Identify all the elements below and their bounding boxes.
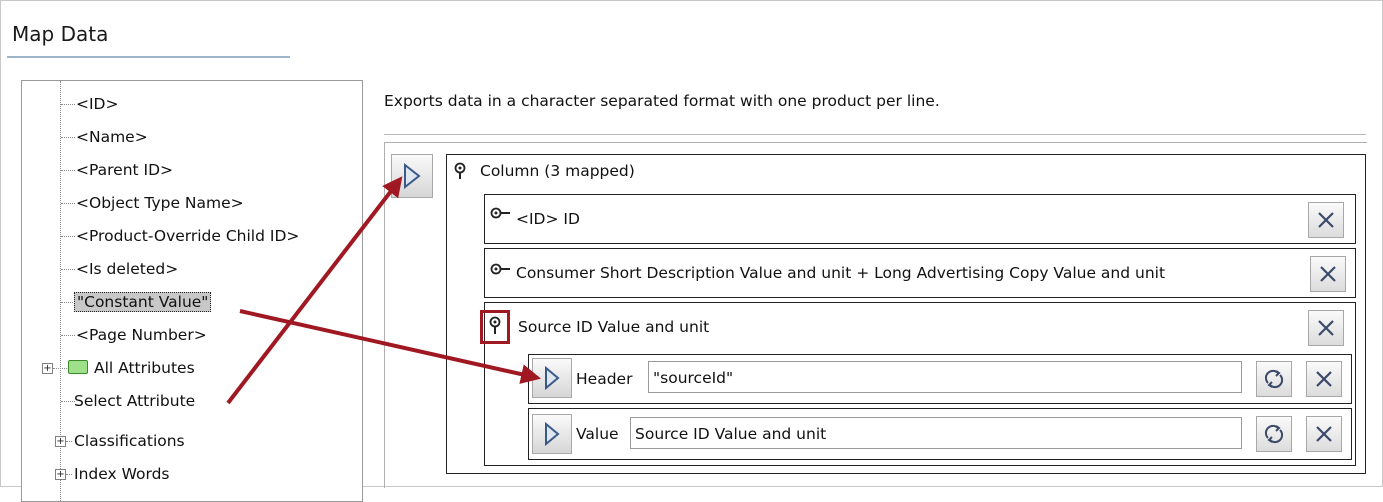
arrow-constant-value-to-header (239, 309, 542, 384)
arrow-select-attribute-to-column (226, 176, 403, 405)
annotation-arrows (226, 176, 542, 405)
